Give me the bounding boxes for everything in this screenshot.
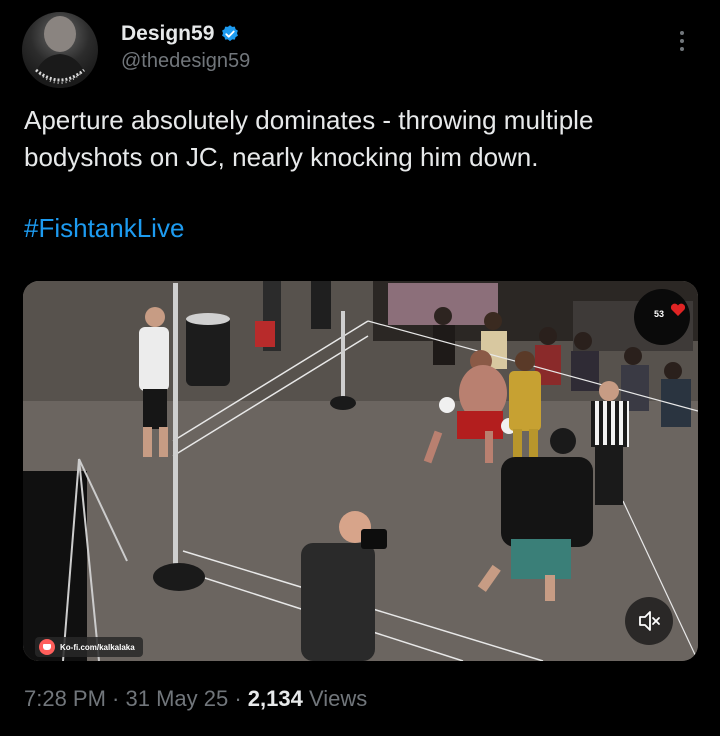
author-name-row[interactable]: Design59 (121, 22, 240, 46)
views-label: Views (302, 686, 368, 711)
author-handle[interactable]: @thedesign59 (121, 50, 250, 73)
heart-icon (670, 303, 686, 316)
hashtag-link[interactable]: #FishtankLive (24, 210, 184, 247)
kofi-watermark-text: Ko-fi.com/kalkalaka (60, 642, 135, 652)
meta-separator: · (105, 686, 126, 711)
meta-separator-2: · (228, 686, 248, 711)
tweet-time[interactable]: 7:28 PM (24, 686, 106, 711)
tweet: Design59 @thedesign59 Aperture absolutel… (0, 0, 720, 736)
video-frame (23, 281, 698, 661)
live-badge-count: 53 (653, 309, 664, 319)
mute-toggle-button[interactable] (625, 597, 673, 645)
tweet-date[interactable]: 31 May 25 (126, 686, 229, 711)
speaker-muted-icon (639, 611, 660, 631)
tweet-text: Aperture absolutely dominates - throwing… (24, 105, 594, 172)
avatar[interactable] (22, 12, 98, 88)
live-badge: 53 (634, 289, 690, 345)
tweet-meta: 7:28 PM · 31 May 25 · 2,134 Views (24, 686, 367, 712)
verified-badge-icon (222, 25, 239, 42)
kofi-watermark: Ko-fi.com/kalkalaka (35, 637, 143, 657)
kofi-cup-icon (39, 639, 55, 655)
video-player[interactable]: 53 Ko-fi.com/kalkalaka (23, 281, 698, 661)
more-options-icon[interactable] (668, 26, 696, 56)
avatar-image (32, 16, 88, 88)
views-count[interactable]: 2,134 (248, 686, 303, 711)
display-name[interactable]: Design59 (121, 22, 214, 46)
